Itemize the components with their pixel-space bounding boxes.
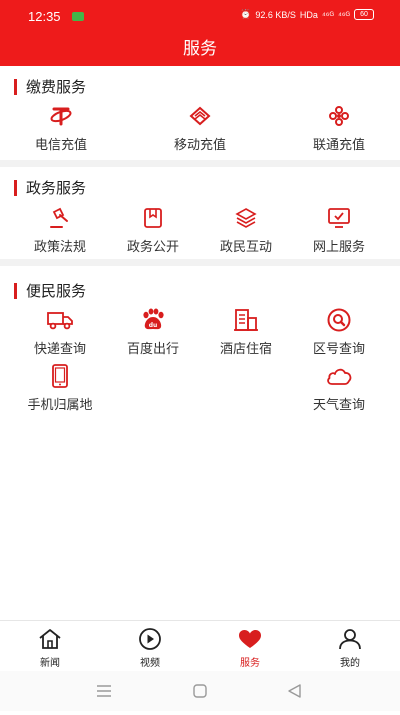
signal-icon-2: ⁴⁶ᴳ: [337, 9, 350, 20]
truck-icon: [47, 312, 73, 330]
item-express-query[interactable]: 快递查询: [10, 308, 110, 357]
signal-icon-1: ⁴⁶ᴳ: [321, 9, 334, 20]
unicom-logo-icon: [329, 106, 349, 126]
section-title-payment: 缴费服务: [14, 79, 86, 95]
section-divider: [0, 160, 400, 167]
item-policy-regulations[interactable]: 政策法规: [10, 206, 110, 255]
tab-mine[interactable]: 我的: [300, 627, 400, 669]
play-icon: [139, 628, 161, 650]
phone-icon: [52, 364, 68, 388]
svg-text:du: du: [149, 322, 158, 329]
tab-service[interactable]: 服务: [200, 627, 300, 669]
home-icon: [39, 629, 61, 649]
mobile-logo-icon: [189, 106, 211, 126]
layers-icon: [235, 208, 257, 228]
tab-label: 新闻: [40, 658, 60, 669]
menu-icon[interactable]: [97, 685, 111, 697]
heart-icon: [239, 630, 261, 648]
item-label: 联通充值: [312, 138, 365, 153]
item-government-affairs[interactable]: 政务公开: [103, 206, 203, 255]
page-title: 服务: [183, 39, 217, 59]
item-public-interaction[interactable]: 政民互动: [196, 206, 296, 255]
monitor-check-icon: [328, 208, 350, 228]
item-mobile-recharge[interactable]: 移动充值: [150, 104, 250, 153]
status-right: ⏰ 92.6 KB/S HDa ⁴⁶ᴳ ⁴⁶ᴳ 60: [240, 9, 374, 20]
user-icon: [339, 629, 361, 650]
hd-indicator: HDa: [299, 9, 318, 20]
item-area-code-query[interactable]: 区号查询: [289, 308, 389, 357]
home-button-icon[interactable]: [193, 684, 207, 698]
item-label: 政务公开: [126, 240, 179, 255]
network-speed: 92.6 KB/S: [255, 9, 296, 20]
section-divider: [0, 259, 400, 266]
item-label: 电信充值: [34, 138, 87, 153]
item-telecom-recharge[interactable]: 电信充值: [11, 104, 111, 153]
item-unicom-recharge[interactable]: 联通充值: [289, 104, 389, 153]
tab-video[interactable]: 视频: [100, 627, 200, 669]
status-time: 12:35: [28, 9, 61, 24]
item-phone-location[interactable]: 手机归属地: [10, 364, 110, 413]
item-baidu-travel[interactable]: du 百度出行: [103, 308, 203, 357]
section-payment: 缴费服务 电信充值 移动充值 联通充值: [0, 66, 400, 160]
item-online-services[interactable]: 网上服务: [289, 206, 389, 255]
baidu-paw-icon: du: [143, 308, 164, 330]
back-icon[interactable]: [288, 684, 301, 698]
item-label: 网上服务: [312, 240, 365, 255]
item-hotel-accommodation[interactable]: 酒店住宿: [196, 308, 296, 357]
item-label: 区号查询: [312, 342, 365, 357]
item-weather-query[interactable]: 天气查询: [289, 364, 389, 413]
section-title-government: 政务服务: [14, 180, 86, 196]
building-icon: [234, 309, 258, 331]
item-label: 手机归属地: [27, 398, 93, 413]
battery-icon: 60: [354, 9, 374, 20]
page-title-bar: 服务: [0, 34, 400, 66]
item-label: 政策法规: [33, 240, 86, 255]
tab-label: 服务: [240, 658, 260, 669]
gavel-icon: [50, 207, 68, 228]
alarm-icon: ⏰: [240, 9, 252, 19]
tab-label: 视频: [140, 658, 160, 669]
item-label: 移动充值: [173, 138, 226, 153]
item-label: 酒店住宿: [219, 342, 272, 357]
search-circle-icon: [327, 308, 351, 332]
item-label: 政民互动: [219, 240, 272, 255]
telecom-logo-icon: [50, 107, 72, 126]
item-label: 快递查询: [33, 342, 86, 357]
tab-news[interactable]: 新闻: [0, 627, 100, 669]
section-title-convenience: 便民服务: [14, 283, 86, 299]
status-bar: 12:35 ⏰ 92.6 KB/S HDa ⁴⁶ᴳ ⁴⁶ᴳ 60: [0, 0, 400, 34]
section-government: 政务服务 政策法规 政务公开 政民互动 网上服务: [0, 167, 400, 259]
app-notification-icon: [72, 12, 84, 21]
bookmark-icon: [144, 208, 162, 228]
cloud-icon: [327, 368, 352, 385]
item-label: 百度出行: [126, 342, 179, 357]
system-nav-icons: [97, 684, 301, 698]
system-nav-bar: [0, 671, 400, 711]
tab-label: 我的: [340, 658, 360, 669]
section-convenience: 便民服务 快递查询 du 百度出行 酒店住宿 区号查询 手机归属地 天气查询: [0, 266, 400, 426]
bottom-tab-bar: 新闻 视频 服务 我的: [0, 620, 400, 671]
item-label: 天气查询: [312, 398, 365, 413]
